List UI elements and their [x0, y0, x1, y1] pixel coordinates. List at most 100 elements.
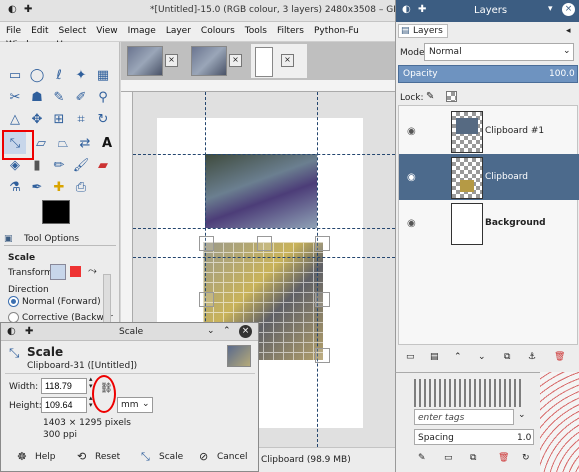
unit-select[interactable]: mm ⌄: [117, 397, 153, 413]
menu-file[interactable]: File: [0, 22, 25, 36]
anchor-layer-icon[interactable]: ⚓: [528, 352, 536, 362]
heal-tool-icon[interactable]: ✚: [48, 176, 70, 198]
menu-tools[interactable]: Tools: [239, 22, 271, 36]
close-icon[interactable]: ×: [562, 3, 575, 16]
paths-tool-icon[interactable]: ✎: [48, 86, 70, 108]
chevron-down-icon[interactable]: ⌄: [518, 410, 526, 420]
tool-options-tab[interactable]: ▣ Tool Options: [4, 232, 116, 246]
transform-handle-tl[interactable]: [199, 236, 214, 251]
ellipse-select-tool-icon[interactable]: ◯: [26, 64, 48, 86]
fuzzy-select-tool-icon[interactable]: ✦: [70, 64, 92, 86]
crop-tool-icon[interactable]: ⌗: [70, 108, 92, 130]
pin-icon[interactable]: ✚: [24, 4, 32, 15]
layer-row[interactable]: ◉ Clipboard: [399, 154, 579, 200]
new-layer-icon[interactable]: ▭: [406, 352, 415, 362]
layer-row[interactable]: ◉ Clipboard #1: [399, 108, 579, 154]
shear-tool-icon[interactable]: ▱: [30, 132, 52, 154]
new-brush-icon[interactable]: ▭: [444, 453, 453, 463]
refresh-icon[interactable]: ↻: [522, 453, 530, 463]
minimize-icon[interactable]: ▾: [548, 4, 553, 14]
pencil-tool-icon[interactable]: ✏: [48, 154, 70, 176]
menu-edit[interactable]: Edit: [25, 22, 52, 36]
close-icon[interactable]: ×: [239, 325, 252, 338]
lock-alpha-icon[interactable]: [446, 91, 457, 102]
raise-layer-icon[interactable]: ⌃: [454, 352, 462, 362]
pin-icon[interactable]: ✚: [25, 326, 33, 337]
transform-path-button[interactable]: ⤳: [88, 264, 97, 278]
layers-tab[interactable]: ▤ Layers: [398, 24, 448, 38]
lock-pixels-icon[interactable]: ✎: [426, 91, 434, 102]
menu-layer[interactable]: Layer: [160, 22, 195, 36]
ink-tool-icon[interactable]: ✒: [26, 176, 48, 198]
menu-colours[interactable]: Colours: [195, 22, 239, 36]
image-tab-3-active[interactable]: ×: [251, 44, 307, 78]
image-tab-2[interactable]: [191, 46, 227, 76]
menu-select[interactable]: Select: [53, 22, 91, 36]
layer-row[interactable]: ◉ Background: [399, 200, 579, 246]
minimize-icon[interactable]: ⌄: [207, 326, 215, 336]
measure-tool-icon[interactable]: △: [4, 108, 26, 130]
close-tab-3-icon[interactable]: ×: [281, 54, 294, 67]
move-tool-icon[interactable]: ✥: [26, 108, 48, 130]
opacity-slider[interactable]: Opacity 100.0: [398, 65, 578, 83]
transform-selection-button[interactable]: [70, 266, 81, 277]
transform-layer-button[interactable]: [50, 264, 66, 280]
duplicate-brush-icon[interactable]: ⧉: [470, 453, 476, 463]
align-tool-icon[interactable]: ⊞: [48, 108, 70, 130]
foreground-select-tool-icon[interactable]: ☗: [26, 86, 48, 108]
transform-handle-tr[interactable]: [315, 236, 330, 251]
eraser-tool-icon[interactable]: ▰: [92, 154, 114, 176]
visibility-eye-icon[interactable]: ◉: [407, 126, 416, 137]
text-tool-icon[interactable]: A: [96, 132, 118, 154]
rect-select-tool-icon[interactable]: ▭: [4, 64, 26, 86]
close-tab-2-icon[interactable]: ×: [229, 54, 242, 67]
airbrush-tool-icon[interactable]: ⚗: [4, 176, 26, 198]
zoom-tool-icon[interactable]: ⚲: [92, 86, 114, 108]
visibility-eye-icon[interactable]: ◉: [407, 218, 416, 229]
clone-tool-icon[interactable]: ⎙: [70, 176, 92, 198]
menu-filters[interactable]: Filters: [271, 22, 308, 36]
delete-brush-icon[interactable]: 🗑: [498, 453, 509, 463]
color-picker-tool-icon[interactable]: ✐: [70, 86, 92, 108]
brush-previews[interactable]: [414, 379, 524, 407]
menu-python-fu[interactable]: Python-Fu: [308, 22, 363, 36]
help-button[interactable]: ☸ Help: [17, 447, 56, 467]
transform-handle-ml[interactable]: [199, 292, 214, 307]
bucket-fill-tool-icon[interactable]: ◈: [4, 154, 26, 176]
width-input[interactable]: [41, 378, 87, 394]
close-tab-1-icon[interactable]: ×: [165, 54, 178, 67]
paintbrush-tool-icon[interactable]: 🖌: [70, 154, 92, 176]
rotate-tool-icon[interactable]: ↻: [92, 108, 114, 130]
flip-tool-icon[interactable]: ⇄: [74, 132, 96, 154]
mode-select[interactable]: Normal ⌄: [424, 43, 574, 61]
scale-button[interactable]: ⤡ Scale: [141, 447, 183, 467]
tab-menu-icon[interactable]: ◂: [566, 26, 571, 36]
lower-layer-icon[interactable]: ⌄: [478, 352, 486, 362]
blend-tool-icon[interactable]: ▮: [26, 154, 48, 176]
menu-view[interactable]: View: [90, 22, 121, 36]
free-select-tool-icon[interactable]: ℓ: [48, 64, 70, 86]
spacing-slider[interactable]: Spacing 1.0: [414, 429, 534, 445]
cancel-button[interactable]: ⊘ Cancel: [199, 447, 248, 467]
horizontal-ruler[interactable]: [121, 80, 395, 92]
color-select-tool-icon[interactable]: ▦: [92, 64, 114, 86]
transform-handle-mr[interactable]: [315, 292, 330, 307]
transform-handle-br[interactable]: [315, 348, 330, 363]
foreground-color-swatch[interactable]: [42, 200, 70, 224]
image-tab-1[interactable]: [127, 46, 163, 76]
edit-brush-icon[interactable]: ✎: [418, 453, 426, 463]
new-group-icon[interactable]: ▤: [430, 352, 439, 362]
delete-layer-icon[interactable]: 🗑: [554, 352, 565, 362]
menu-image[interactable]: Image: [122, 22, 160, 36]
duplicate-layer-icon[interactable]: ⧉: [504, 352, 510, 362]
perspective-tool-icon[interactable]: ⏢: [52, 132, 74, 154]
height-input[interactable]: [41, 397, 87, 413]
visibility-eye-icon[interactable]: ◉: [407, 172, 416, 183]
reset-button[interactable]: ⟲ Reset: [77, 447, 120, 467]
direction-normal-radio[interactable]: [8, 296, 19, 307]
tags-input[interactable]: enter tags: [414, 409, 514, 425]
transform-handle-tc[interactable]: [257, 236, 272, 251]
pin-icon[interactable]: ✚: [418, 4, 426, 15]
maximize-icon[interactable]: ⌃: [223, 326, 231, 336]
scissors-tool-icon[interactable]: ✂: [4, 86, 26, 108]
